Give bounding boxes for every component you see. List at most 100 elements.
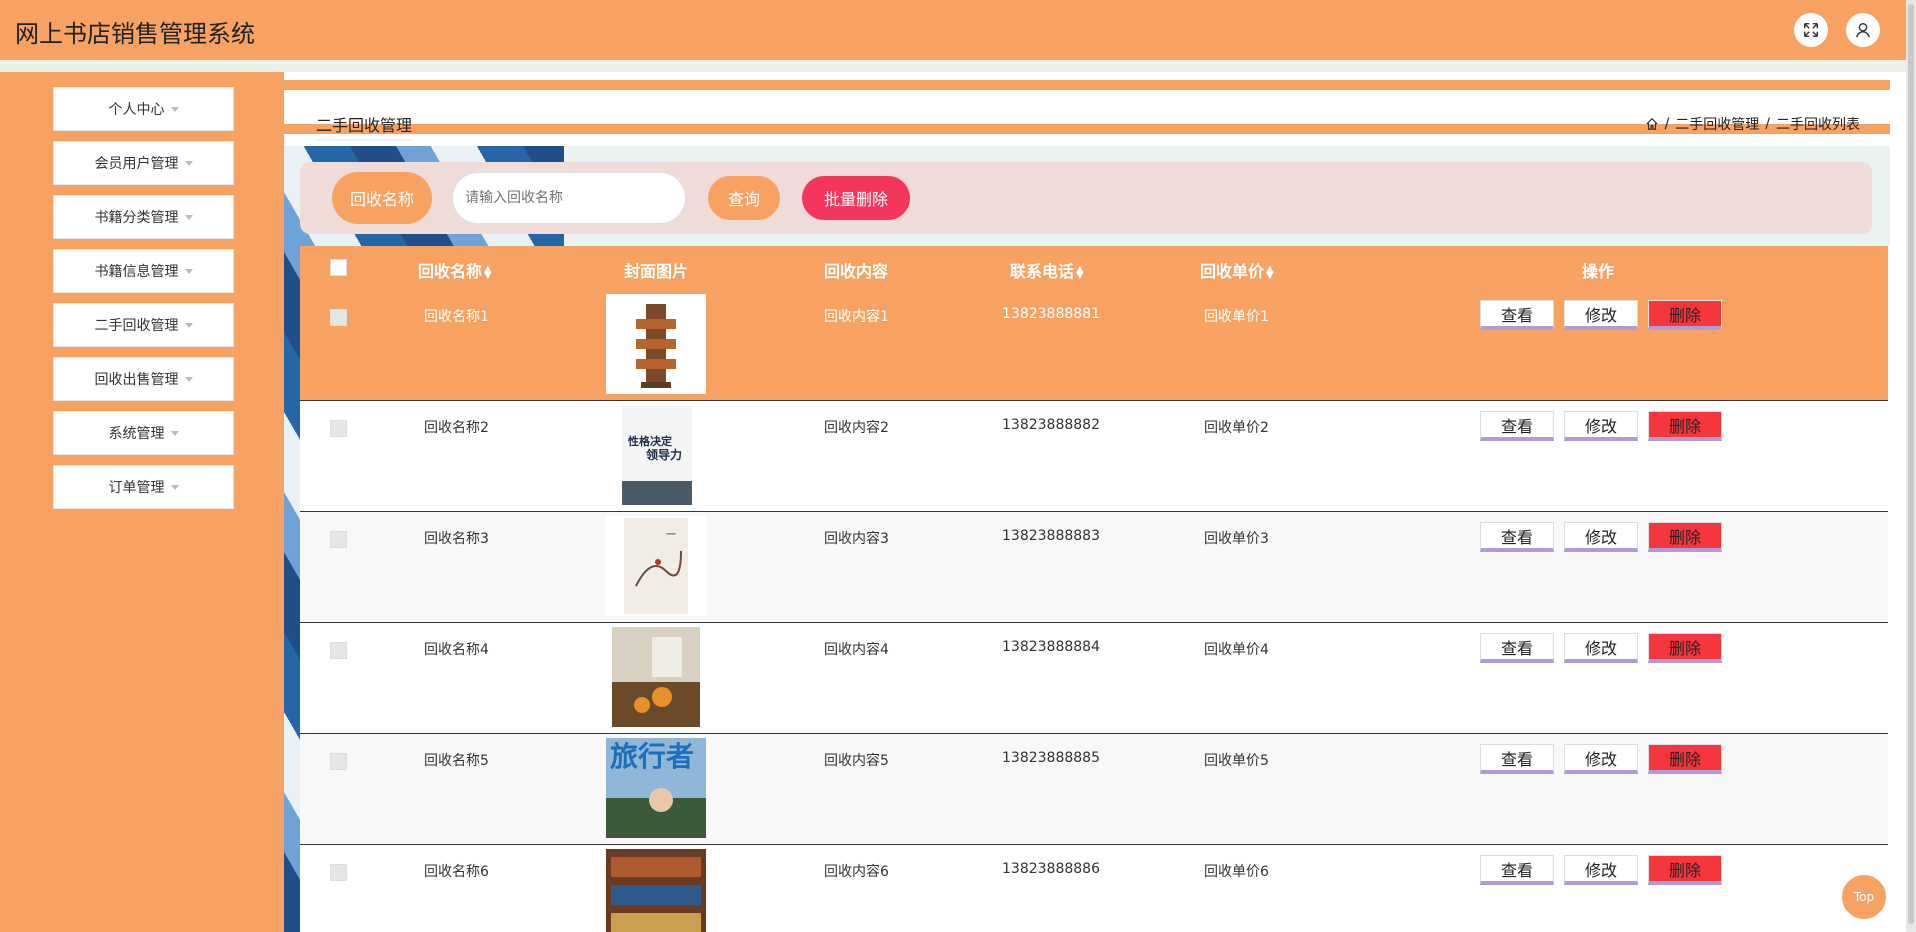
view-button[interactable]: 查看 [1480,411,1554,441]
cover-image: 旅行者 [606,738,706,838]
cell-phone: 13823888882 [1002,417,1100,433]
cell-content: 回收内容3 [824,531,889,547]
cell-price: 回收单价1 [1204,309,1269,325]
cell-price: 回收单价4 [1204,642,1269,658]
view-button[interactable]: 查看 [1480,633,1554,663]
edit-button[interactable]: 修改 [1564,300,1638,330]
cover-image [612,627,700,727]
delete-button[interactable]: 删除 [1648,633,1722,663]
fullscreen-icon [1803,22,1819,38]
cell-name: 回收名称1 [424,309,489,325]
delete-button[interactable]: 删除 [1648,855,1722,885]
view-button[interactable]: 查看 [1480,300,1554,330]
table-row[interactable]: 回收名称5 旅行者 回收内容5 13823888885 回收单价5 查看 修改 … [300,734,1888,845]
sidebar-item-recycle-sales[interactable]: 回收出售管理 [53,357,234,401]
cover-image [606,849,706,932]
sort-icon[interactable]: ▲ ▼ [1076,264,1084,280]
column-header-label: 回收名称 [418,262,483,281]
delete-button[interactable]: 删除 [1648,411,1722,441]
cover-subtitle-text: 领导力 [646,447,682,462]
cell-phone: 13823888883 [1002,528,1100,544]
select-all-checkbox[interactable] [330,259,347,276]
table-row[interactable]: 回收名称1 回收内容1 13823888881 回收单价1 查看 修改 删除 [300,290,1888,401]
delete-button[interactable]: 删除 [1648,744,1722,774]
column-header-price[interactable]: 回收单价 ▲ ▼ [1200,258,1274,282]
home-icon[interactable] [1645,117,1659,131]
content-background: 回收名称 查询 批量删除 回收名称▲▼ 封面图片 回收内容 联系电话▲▼ 回收单… [284,146,1890,932]
column-header-label: 联系电话 [1010,262,1075,281]
row-checkbox[interactable] [330,420,347,437]
caret-down-icon [184,214,193,220]
cell-content: 回收内容1 [824,309,889,325]
sidebar-item-book-info[interactable]: 书籍信息管理 [53,249,234,293]
edit-button[interactable]: 修改 [1564,411,1638,441]
cell-name: 回收名称6 [424,864,489,880]
user-icon [1856,22,1870,38]
sidebar: 个人中心 会员用户管理 书籍分类管理 书籍信息管理 二手回收管理 回收出售管理 … [0,72,284,932]
page-scrollbar[interactable] [1906,0,1916,932]
sort-icon[interactable]: ▲ ▼ [484,264,492,280]
cell-content: 回收内容6 [824,864,889,880]
edit-button[interactable]: 修改 [1564,633,1638,663]
scrollbar-thumb[interactable] [1908,4,1914,924]
table-row[interactable]: 回收名称3 一 回收内容3 13823888883 回收单价3 查看 修改 删除 [300,512,1888,623]
edit-button[interactable]: 修改 [1564,744,1638,774]
breadcrumb-separator: / [1765,116,1770,132]
table-row[interactable]: 回收名称4 回收内容4 13823888884 回收单价4 查看 修改 删除 [300,623,1888,734]
cover-title-text: 旅行者 [610,740,694,773]
breadcrumb-recycling-list: 二手回收列表 [1776,117,1860,133]
caret-down-icon [184,160,193,166]
row-checkbox[interactable] [330,753,347,770]
sidebar-item-book-categories[interactable]: 书籍分类管理 [53,195,234,239]
sidebar-item-member-users[interactable]: 会员用户管理 [53,141,234,185]
edit-button[interactable]: 修改 [1564,855,1638,885]
search-bar: 回收名称 查询 批量删除 [300,162,1872,234]
column-header-name[interactable]: 回收名称 ▲ ▼ [418,258,492,282]
sort-icon[interactable]: ▲ ▼ [1266,264,1274,280]
view-button[interactable]: 查看 [1480,855,1554,885]
table-row[interactable]: 回收名称2 性格决定 领导力 回收内容2 13823888882 回收单价2 查看… [300,401,1888,512]
row-checkbox[interactable] [330,309,347,326]
sidebar-item-label: 会员用户管理 [94,156,179,172]
column-header-phone[interactable]: 联系电话 ▲ ▼ [1010,258,1084,282]
user-button[interactable] [1846,13,1880,47]
sidebar-item-label: 订单管理 [108,480,165,496]
edit-button[interactable]: 修改 [1564,522,1638,552]
sidebar-item-system[interactable]: 系统管理 [53,411,234,455]
view-button[interactable]: 查看 [1480,744,1554,774]
table-header: 回收名称 ▲ ▼ 封面图片 回收内容 联系电话 ▲ ▼ 回收单价 ▲ ▼ 操作 [300,246,1888,290]
row-checkbox[interactable] [330,531,347,548]
sidebar-item-orders[interactable]: 订单管理 [53,465,234,509]
table-row[interactable]: 回收名称6 回收内容6 13823888886 回收单价6 查看 修改 删除 [300,845,1888,932]
caret-down-icon [184,322,193,328]
cell-name: 回收名称5 [424,753,489,769]
column-header-cover: 封面图片 [624,262,689,281]
column-header-actions: 操作 [1582,262,1615,281]
sidebar-item-recycling[interactable]: 二手回收管理 [53,303,234,347]
caret-down-icon [170,430,179,436]
delete-button[interactable]: 删除 [1648,522,1722,552]
sidebar-item-personal-center[interactable]: 个人中心 [53,87,234,131]
cell-phone: 13823888884 [1002,639,1100,655]
sidebar-item-label: 系统管理 [108,426,165,442]
breadcrumb-recycling[interactable]: 二手回收管理 [1675,114,1759,134]
sidebar-item-label: 个人中心 [108,102,165,118]
caret-down-icon [170,106,179,112]
bulk-delete-button[interactable]: 批量删除 [802,176,910,220]
row-checkbox[interactable] [330,642,347,659]
cell-name: 回收名称3 [424,531,489,547]
breadcrumb: / 二手回收管理 / 二手回收列表 [1645,114,1860,134]
back-to-top-button[interactable]: Top [1840,873,1888,921]
cell-phone: 13823888886 [1002,861,1100,877]
view-button[interactable]: 查看 [1480,522,1554,552]
delete-button[interactable]: 删除 [1648,300,1722,330]
search-input[interactable] [452,172,686,224]
cover-image: 一 [606,516,706,616]
query-button[interactable]: 查询 [708,176,780,220]
breadcrumb-bar: 二手回收管理 / 二手回收管理 / 二手回收列表 [284,80,1890,141]
cell-price: 回收单价6 [1204,864,1269,880]
fullscreen-button[interactable] [1794,13,1828,47]
cell-price: 回收单价2 [1204,420,1269,436]
cover-title-text: 性格决定 [628,434,672,448]
row-checkbox[interactable] [330,864,347,881]
